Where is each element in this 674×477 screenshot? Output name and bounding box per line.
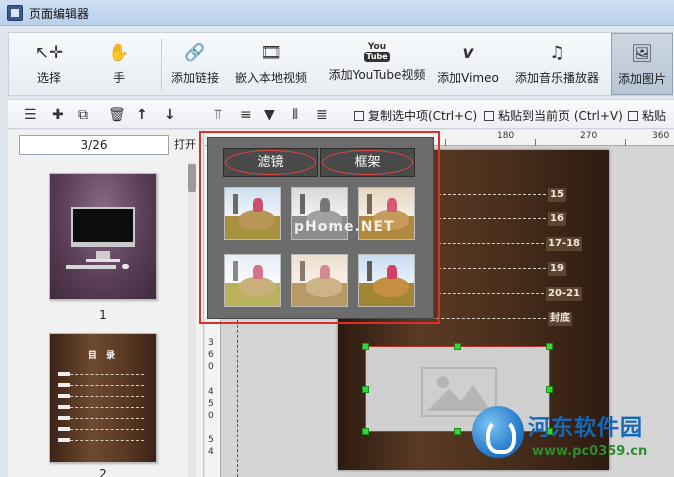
paste-current-page-button[interactable]: 粘贴到当前页 (Ctrl+V): [484, 107, 623, 124]
paste-more-icon: [628, 111, 638, 121]
copy-selection-button[interactable]: 复制选中项(Ctrl+C): [354, 107, 477, 124]
page-number-input[interactable]: 3/26: [19, 135, 169, 155]
select-tool-button[interactable]: ↖✛ 选择: [19, 33, 79, 95]
select-arrow-icon: ↖✛: [34, 43, 64, 63]
secondary-toolbar: ☰ ✚ ⧉ 🗑 ↑ ↓ ⫪ ≡ ▼ ⦀ ≣ 复制选中项(Ctrl+C) 粘贴到当…: [8, 99, 674, 129]
filter-faded[interactable]: [291, 254, 348, 307]
resize-handle[interactable]: [454, 343, 461, 350]
resize-handle[interactable]: [546, 386, 553, 393]
add-image-button[interactable]: 🖼 添加图片: [611, 33, 673, 95]
overlay-watermark: pHome.NET: [294, 219, 395, 235]
page-number-label: 1: [99, 308, 107, 322]
open-page-button[interactable]: 打开: [174, 136, 196, 152]
filter-normal[interactable]: [224, 187, 281, 240]
pages-scroll-thumb[interactable]: [188, 164, 196, 192]
window-title: 页面编辑器: [29, 7, 90, 21]
hand-tool-button[interactable]: ✋ 手: [89, 33, 149, 95]
add-music-player-button[interactable]: ♫ 添加音乐播放器: [509, 33, 605, 95]
toolbar-divider: [161, 39, 162, 91]
site-name: 河东软件园: [528, 416, 644, 441]
vimeo-icon: v: [462, 43, 474, 63]
paste-more-button[interactable]: 粘贴: [628, 107, 666, 124]
hand-icon: ✋: [108, 43, 130, 63]
add-link-button[interactable]: 🔗 添加链接: [167, 33, 223, 95]
tab-frame[interactable]: 框架: [320, 148, 415, 177]
link-icon: 🔗: [184, 43, 206, 63]
list-icon[interactable]: ☰: [24, 106, 37, 124]
resize-handle[interactable]: [546, 343, 553, 350]
app-icon: [7, 5, 23, 21]
page-thumbnail-2[interactable]: 目 录: [49, 333, 157, 463]
delete-page-icon[interactable]: 🗑: [108, 106, 126, 124]
align-middle-icon[interactable]: ≡: [240, 106, 252, 124]
move-down-icon[interactable]: ↓: [164, 106, 176, 124]
page-number-label: 2: [99, 467, 107, 477]
youtube-icon: You Tube: [364, 42, 390, 62]
monitor-illustration: [71, 207, 135, 247]
add-youtube-button[interactable]: You Tube 添加YouTube视频: [321, 33, 433, 95]
film-icon: 🎞: [260, 43, 282, 63]
resize-handle[interactable]: [362, 343, 369, 350]
image-icon: 🖼: [631, 44, 653, 64]
dropdown-arrow-icon[interactable]: ▼: [264, 106, 275, 124]
align-top-icon[interactable]: ⫪: [214, 106, 222, 124]
embed-local-video-button[interactable]: 🎞 嵌入本地视频: [231, 33, 311, 95]
main-toolbar: ↖✛ 选择 ✋ 手 🔗 添加链接 🎞 嵌入本地视频 You Tube 添加You…: [8, 32, 674, 96]
distribute-vertical-icon[interactable]: ≣: [316, 106, 328, 124]
add-vimeo-button[interactable]: v 添加Vimeo: [435, 33, 501, 95]
toc-row: 20-21: [438, 287, 598, 301]
resize-handle[interactable]: [362, 386, 369, 393]
music-note-icon: ♫: [549, 43, 565, 63]
resize-handle[interactable]: [362, 428, 369, 435]
toc-row: 19: [438, 262, 598, 276]
toc-title: 目 录: [87, 351, 119, 361]
duplicate-page-icon[interactable]: ⧉: [78, 106, 88, 124]
page-thumbnail-1[interactable]: [49, 173, 157, 300]
add-page-icon[interactable]: ✚: [52, 106, 64, 124]
site-watermark: 河东软件园 www.pc0359.cn: [470, 404, 674, 477]
tab-filter[interactable]: 滤镜: [223, 148, 318, 177]
toc-row: 16: [438, 212, 598, 226]
pages-scrollbar[interactable]: [188, 162, 196, 477]
pages-panel: 3/26 打开 1 目 录 2: [8, 130, 204, 477]
toc-row: 17-18: [438, 237, 598, 251]
distribute-horizontal-icon[interactable]: ⦀: [292, 106, 298, 124]
site-logo-icon: [472, 406, 524, 458]
paste-icon: [484, 111, 494, 121]
toc-row: 15: [438, 188, 598, 202]
site-url: www.pc0359.cn: [532, 444, 648, 459]
filter-bright[interactable]: [224, 254, 281, 307]
copy-icon: [354, 111, 364, 121]
move-up-icon[interactable]: ↑: [136, 106, 148, 124]
resize-handle[interactable]: [454, 428, 461, 435]
title-bar: 页面编辑器: [0, 0, 674, 26]
filter-vivid[interactable]: [358, 254, 415, 307]
